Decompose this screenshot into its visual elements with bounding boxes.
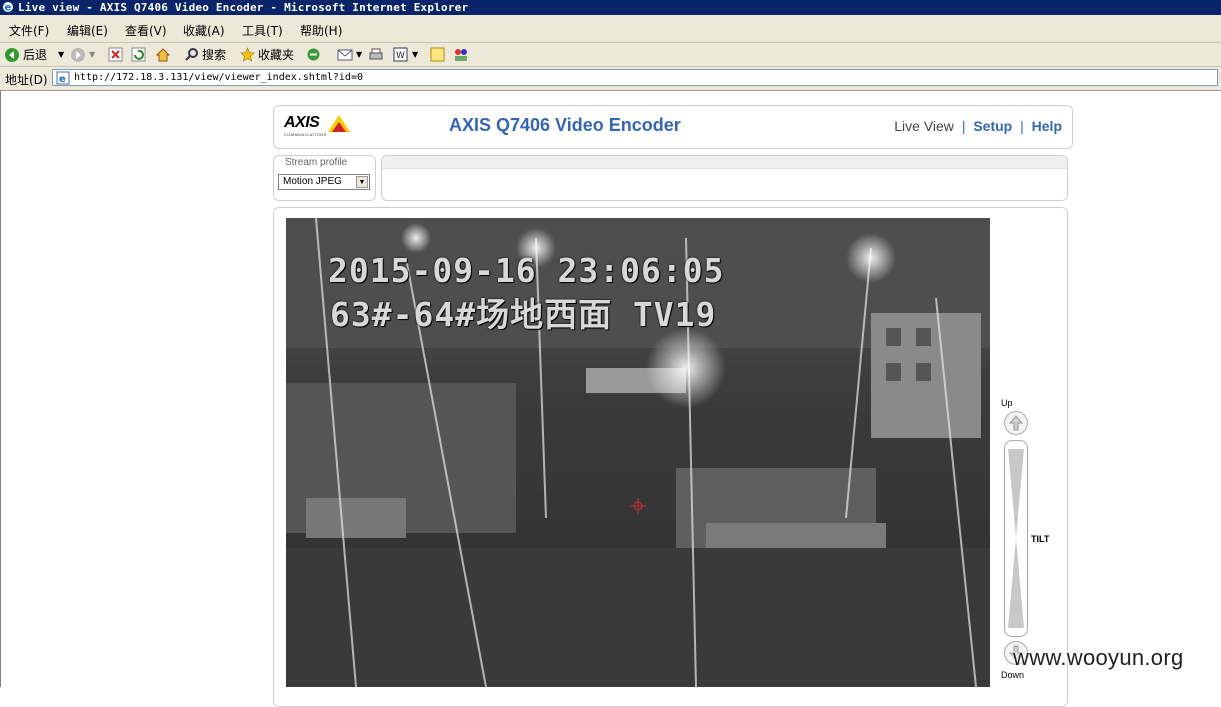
mail-dropdown-icon[interactable]: ▼ <box>356 50 362 59</box>
live-video[interactable]: 2015-09-16 23:06:05 63#-64#场地西面 TV19 <box>286 218 990 687</box>
address-url: http://172.18.3.131/view/viewer_index.sh… <box>74 72 363 83</box>
address-bar: 地址(D) e http://172.18.3.131/view/viewer_… <box>0 67 1221 91</box>
refresh-icon <box>131 47 146 62</box>
ie-icon: e <box>3 2 13 14</box>
axis-logo: AXIS COMMUNICATIONS <box>284 114 350 137</box>
discuss-button[interactable] <box>430 46 445 63</box>
page-header: AXIS COMMUNICATIONS AXIS Q7406 Video Enc… <box>273 105 1073 149</box>
note-icon <box>430 47 445 62</box>
back-arrow-icon <box>5 47 19 62</box>
menu-favorites[interactable]: 收藏(A) <box>183 22 225 39</box>
menu-bar: 文件(F) 编辑(E) 查看(V) 收藏(A) 工具(T) 帮助(H) <box>0 15 1221 43</box>
tilt-scale-icon <box>1008 449 1024 628</box>
osd-camera-label: 63#-64#场地西面 TV19 <box>330 295 717 334</box>
logo-subtext: COMMUNICATIONS <box>284 132 327 137</box>
printer-icon <box>369 48 383 60</box>
back-button[interactable]: 后退 ▼ <box>4 46 64 63</box>
print-button[interactable] <box>368 46 384 63</box>
forward-arrow-icon <box>71 47 85 62</box>
messenger-icon <box>455 49 467 61</box>
star-icon <box>240 47 255 62</box>
menu-view[interactable]: 查看(V) <box>125 22 167 39</box>
menu-file[interactable]: 文件(F) <box>9 22 49 39</box>
search-button[interactable]: 搜索 <box>184 46 226 63</box>
tilt-up-label: Up <box>1001 398 1013 408</box>
home-icon <box>155 47 171 61</box>
page-icon: e <box>56 71 70 85</box>
messenger-button[interactable] <box>453 46 469 63</box>
word-icon: W <box>393 47 408 62</box>
menu-edit[interactable]: 编辑(E) <box>67 22 108 39</box>
search-label: 搜索 <box>202 48 227 62</box>
refresh-button[interactable] <box>131 46 146 63</box>
toolbar: 后退 ▼ ▼ 搜索 收藏夹 ▼ W ▼ <box>0 43 1221 67</box>
arrow-up-icon <box>1008 415 1024 431</box>
mail-button[interactable]: ▼ <box>337 46 362 63</box>
watermark: www.wooyun.org <box>1013 645 1184 670</box>
edit-button[interactable]: W ▼ <box>393 46 418 63</box>
back-dropdown-icon[interactable]: ▼ <box>58 50 64 59</box>
stream-profile-label: Stream profile <box>285 157 348 168</box>
nav-separator: | <box>961 118 966 134</box>
page-title: AXIS Q7406 Video Encoder <box>449 115 681 135</box>
menu-help[interactable]: 帮助(H) <box>300 22 342 39</box>
favorites-label: 收藏夹 <box>258 48 295 62</box>
osd-timestamp: 2015-09-16 23:06:05 <box>328 251 725 290</box>
menu-tools[interactable]: 工具(T) <box>242 22 283 39</box>
address-input[interactable]: e http://172.18.3.131/view/viewer_index.… <box>52 69 1218 86</box>
stream-profile-value: Motion JPEG <box>283 176 342 187</box>
home-button[interactable] <box>155 46 171 63</box>
nav-help[interactable]: Help <box>1032 118 1062 134</box>
stream-profile-select[interactable]: Motion JPEG ▼ <box>278 174 370 190</box>
info-panel <box>381 155 1068 201</box>
forward-dropdown-icon[interactable]: ▼ <box>89 50 95 59</box>
nav-setup[interactable]: Setup <box>973 118 1012 134</box>
svg-text:W: W <box>396 51 405 61</box>
stop-icon <box>108 47 123 62</box>
tilt-slider[interactable] <box>1004 440 1028 637</box>
stream-profile-panel: Stream profile Motion JPEG ▼ <box>273 155 376 201</box>
logo-text: AXIS <box>284 114 320 131</box>
window-title-bar: e Live view - AXIS Q7406 Video Encoder -… <box>0 0 1221 15</box>
media-button[interactable] <box>306 46 321 63</box>
tilt-label: TILT <box>1031 534 1050 544</box>
top-navigation: Live View | Setup | Help <box>894 118 1062 134</box>
chevron-down-icon[interactable]: ▼ <box>356 176 368 188</box>
tilt-up-button[interactable] <box>1004 411 1028 435</box>
address-label: 地址(D) <box>5 73 48 87</box>
nav-live-view[interactable]: Live View <box>894 118 954 134</box>
edit-dropdown-icon[interactable]: ▼ <box>412 50 418 59</box>
tilt-down-label: Down <box>1001 670 1025 680</box>
media-icon <box>307 48 320 61</box>
mail-icon <box>337 49 353 61</box>
window-title: Live view - AXIS Q7406 Video Encoder - M… <box>18 1 469 14</box>
back-label: 后退 <box>23 48 48 62</box>
svg-text:e: e <box>5 3 12 14</box>
stop-button[interactable] <box>108 46 123 63</box>
nav-separator: | <box>1020 118 1024 134</box>
search-icon <box>185 48 198 61</box>
favorites-button[interactable]: 收藏夹 <box>240 46 294 63</box>
svg-text:e: e <box>59 74 66 85</box>
forward-button[interactable]: ▼ <box>70 46 95 63</box>
